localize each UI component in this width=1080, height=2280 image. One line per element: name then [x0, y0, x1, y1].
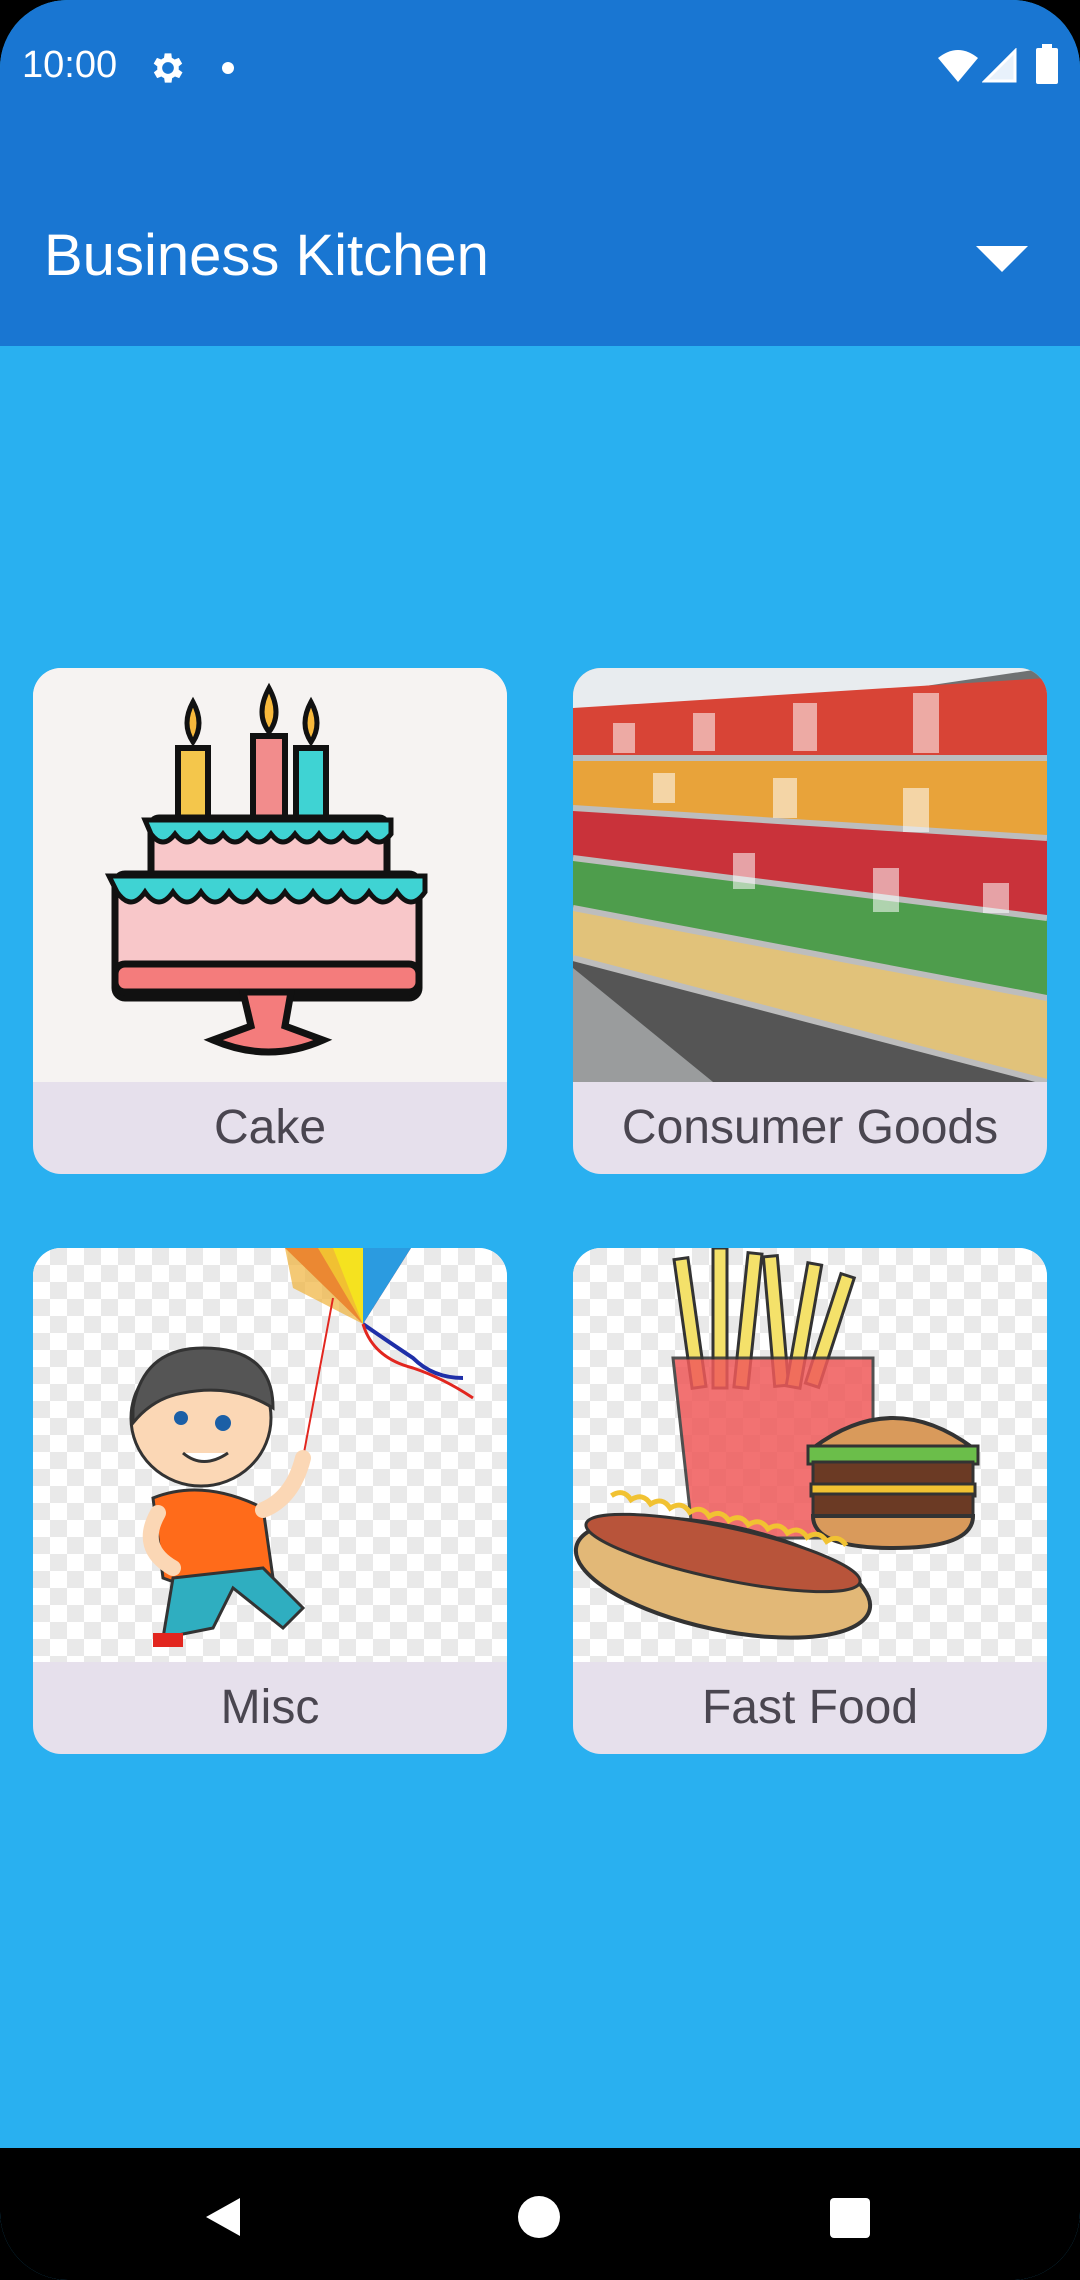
category-label: Misc — [220, 1681, 320, 1734]
app-title: Business Kitchen — [44, 223, 489, 288]
status-bar: 10:00 — [0, 0, 1080, 135]
wifi-icon — [938, 50, 978, 82]
back-icon[interactable] — [200, 2194, 246, 2240]
fast-food-image — [573, 1248, 1047, 1662]
cake-image — [33, 668, 507, 1082]
home-icon[interactable] — [518, 2196, 560, 2238]
screen: 10:00 Business Kitchen Cake Consumer Goo… — [0, 0, 1080, 2280]
category-label: Cake — [213, 1101, 327, 1154]
recents-icon[interactable] — [830, 2198, 870, 2238]
boy-with-kite-image — [33, 1248, 507, 1662]
category-label: Fast Food — [701, 1681, 919, 1734]
app-bar: 10:00 Business Kitchen — [0, 0, 1080, 346]
category-card-misc[interactable]: Misc — [33, 1248, 507, 1754]
signal-icon — [982, 48, 1017, 83]
navigation-bar — [0, 2148, 1080, 2280]
category-label: Consumer Goods — [621, 1101, 999, 1154]
triangle-down-icon[interactable] — [976, 242, 1028, 276]
battery-icon — [1036, 44, 1058, 84]
category-card-consumer-goods[interactable]: Consumer Goods — [573, 668, 1047, 1174]
category-card-fast-food[interactable]: Fast Food — [573, 1248, 1047, 1754]
notification-dot-icon — [222, 62, 234, 74]
gear-icon — [153, 53, 183, 83]
category-card-cake[interactable]: Cake — [33, 668, 507, 1174]
status-time: 10:00 — [22, 44, 118, 86]
supermarket-aisle-image — [573, 668, 1047, 1082]
